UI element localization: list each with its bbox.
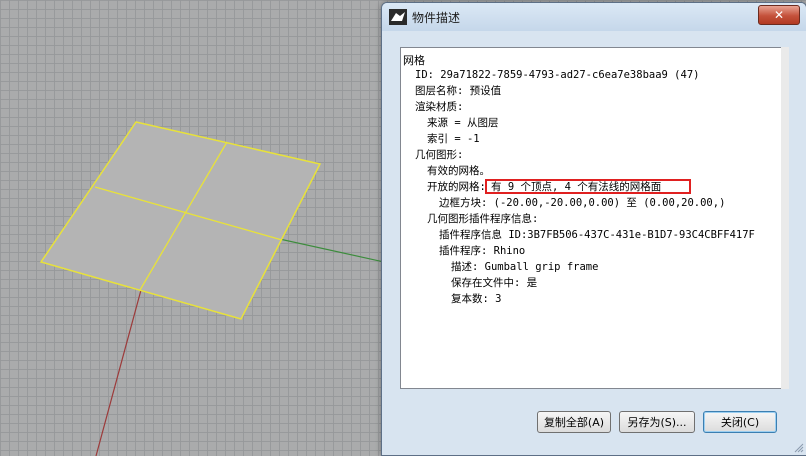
dialog-title: 物件描述 [412, 11, 461, 25]
description-line: 描述: Gumball grip frame [451, 261, 599, 273]
description-line: 几何图形: [415, 149, 464, 161]
rhino-app-icon [389, 9, 407, 25]
vertical-scrollbar[interactable] [781, 47, 789, 389]
description-line: 开放的网格: [427, 181, 486, 193]
dialog-titlebar[interactable]: 物件描述 ✕ [382, 3, 806, 31]
description-line: 有效的网格。 [427, 165, 490, 177]
title-close-button[interactable]: ✕ [758, 5, 800, 25]
save-as-button[interactable]: 另存为(S)... [619, 411, 695, 433]
description-line: 复本数: 3 [451, 293, 502, 305]
description-line: ID: 29a71822-7859-4793-ad27-c6ea7e38baa9… [415, 69, 700, 81]
close-button[interactable]: 关闭(C) [703, 411, 777, 433]
description-line: 网格 [403, 54, 425, 67]
description-line: 图层名称: 预设值 [415, 85, 502, 97]
description-line: 保存在文件中: 是 [451, 277, 538, 289]
description-line: 渲染材质: [415, 101, 464, 113]
description-line: 插件程序信息 ID:3B7FB506-437C-431e-B1D7-93C4CB… [439, 229, 755, 241]
x-axis-line [95, 289, 142, 456]
description-line: 边框方块: (-20.00,-20.00,0.00) 至 (0.00,20.00… [439, 197, 726, 209]
description-text-area[interactable]: 网格 ID: 29a71822-7859-4793-ad27-c6ea7e38b… [400, 47, 782, 389]
resize-grip-icon[interactable] [794, 443, 804, 453]
description-line: 索引 = -1 [427, 133, 480, 145]
description-line: 来源 = 从图层 [427, 117, 499, 129]
description-line: 几何图形插件程序信息: [427, 213, 539, 225]
copy-all-button[interactable]: 复制全部(A) [537, 411, 611, 433]
red-highlight-box [485, 179, 691, 194]
object-description-dialog: 物件描述 ✕ 网格 ID: 29a71822-7859-4793-ad27-c6… [381, 2, 806, 456]
description-line: 插件程序: Rhino [439, 245, 526, 257]
